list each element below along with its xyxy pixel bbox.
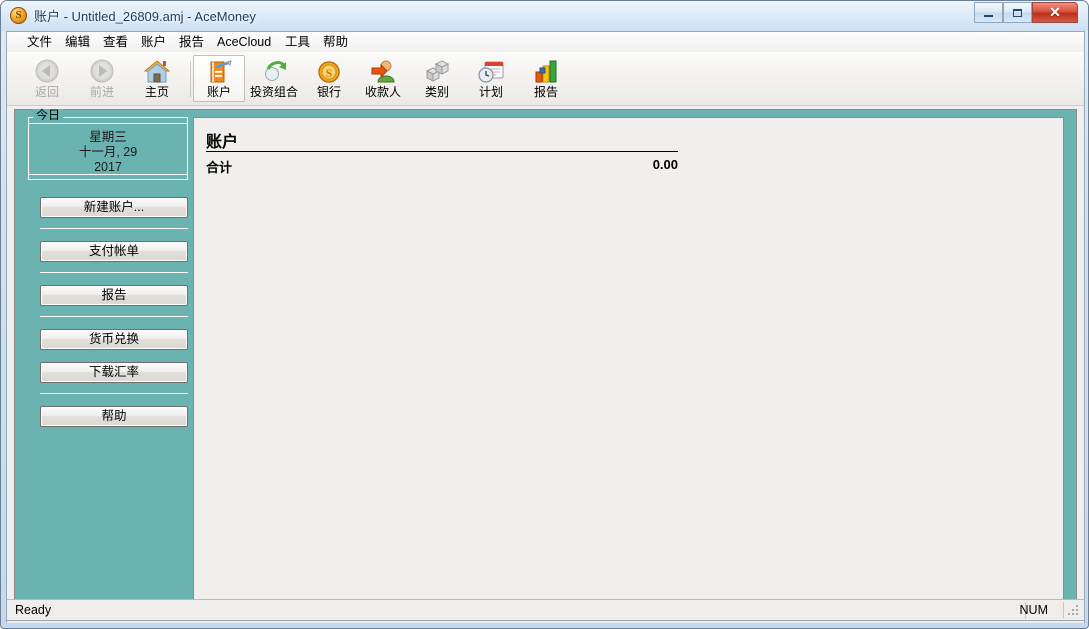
minimize-icon [975, 3, 1002, 22]
portfolio-icon [259, 58, 289, 86]
date-month-day: 十一月, 29 [78, 145, 138, 159]
title-bar[interactable]: 账户 - Untitled_26809.amj - AceMoney ✕ [1, 1, 1088, 31]
grip-dot [1072, 609, 1074, 611]
home-icon [142, 58, 172, 86]
toolbar-button-account-book[interactable]: 账户 [193, 55, 245, 102]
grip-dot [1068, 613, 1070, 615]
menu-item-7[interactable]: 帮助 [317, 34, 354, 50]
maximize-icon [1004, 3, 1031, 22]
coin-icon [10, 7, 27, 24]
toolbar-button-label: 前进 [89, 85, 114, 99]
sidebar-separator [40, 228, 188, 229]
menu-item-5[interactable]: AceCloud [211, 34, 277, 50]
account-book-icon [204, 58, 234, 86]
schedule-clock-icon [476, 58, 506, 86]
toolbar-button-category-cubes[interactable]: 类别 [411, 55, 463, 102]
payee-person-icon [368, 58, 398, 86]
page-title: 账户 [206, 134, 239, 151]
grip-dot [1076, 605, 1078, 607]
status-message: Ready [15, 603, 52, 617]
sidebar-button-2[interactable]: 报告 [40, 285, 188, 306]
close-button[interactable]: ✕ [1032, 2, 1078, 23]
grip-dot [1076, 609, 1078, 611]
sidebar-button-5[interactable]: 帮助 [40, 406, 188, 427]
toolbar-button-portfolio[interactable]: 投资组合 [245, 55, 303, 102]
menu-item-2[interactable]: 查看 [97, 34, 134, 50]
menu-item-6[interactable]: 工具 [279, 34, 316, 50]
account-content-panel: 账户 合计 0.00 [193, 117, 1064, 612]
status-divider [1063, 602, 1064, 618]
toolbar-button-label: 计划 [478, 85, 503, 99]
window-title: 账户 - Untitled_26809.amj - AceMoney [34, 9, 256, 24]
today-date-panel: 星期三 十一月, 29 2017 [28, 123, 188, 180]
toolbar-button-label: 主页 [144, 85, 169, 99]
back-arrow-icon [32, 58, 62, 86]
client-area: 文件 编辑 查看 账户 报告 AceCloud 工具 帮助 返回 前进 主页 账户 投资组合 S 银行 收款… [6, 31, 1085, 623]
toolbar-button-home[interactable]: 主页 [131, 55, 183, 102]
toolbar-button-report-chart[interactable]: 报告 [520, 55, 572, 102]
status-bar: Ready NUM [6, 599, 1085, 621]
sidebar-button-1[interactable]: 支付帐单 [40, 241, 188, 262]
total-row-label: 合计 [206, 160, 233, 175]
today-group-label: 今日 [33, 109, 64, 121]
num-lock-indicator: NUM [1019, 603, 1048, 617]
toolbar-button-label: 账户 [206, 85, 231, 99]
maximize-button[interactable] [1003, 2, 1032, 23]
menu-item-1[interactable]: 编辑 [59, 34, 96, 50]
sidebar-button-3[interactable]: 货币兑换 [40, 329, 188, 350]
menu-item-0[interactable]: 文件 [21, 34, 58, 50]
close-icon: ✕ [1049, 4, 1061, 20]
date-weekday: 星期三 [89, 130, 127, 144]
sidebar-separator [40, 272, 188, 273]
grip-dot [1072, 613, 1074, 615]
forward-arrow-icon [87, 58, 117, 86]
workspace-background: 今日 星期三 十一月, 29 2017 新建账户... 支付帐单报告货币兑换下载汇… [14, 109, 1077, 618]
toolbar-button-label: 报告 [533, 85, 558, 99]
minimize-button[interactable] [974, 2, 1003, 23]
resize-grip[interactable] [1068, 605, 1081, 618]
toolbar-button-forward-arrow[interactable]: 前进 [76, 55, 128, 102]
sidebar-separator [40, 393, 188, 394]
title-divider [206, 151, 678, 152]
toolbar: 返回 前进 主页 账户 投资组合 S 银行 收款人 类别 计划 报告 [7, 52, 1084, 106]
menu-item-4[interactable]: 报告 [173, 34, 210, 50]
toolbar-button-payee-person[interactable]: 收款人 [355, 55, 411, 102]
toolbar-button-label: 投资组合 [249, 85, 298, 99]
category-cubes-icon [422, 58, 452, 86]
total-row-value: 0.00 [652, 157, 678, 172]
sidebar-button-4[interactable]: 下载汇率 [40, 362, 188, 383]
toolbar-button-label: 银行 [316, 85, 341, 99]
bank-coin-icon: S [314, 58, 344, 86]
toolbar-button-label: 收款人 [364, 85, 401, 99]
sidebar-button-0[interactable]: 新建账户... [40, 197, 188, 218]
application-window: 账户 - Untitled_26809.amj - AceMoney ✕ 文件编… [0, 0, 1089, 629]
toolbar-separator [190, 61, 191, 97]
grip-dot [1076, 613, 1078, 615]
date-year: 2017 [94, 160, 122, 174]
menu-item-3[interactable]: 账户 [135, 34, 172, 50]
sidebar-separator [40, 316, 188, 317]
toolbar-button-label: 类别 [424, 85, 449, 99]
sidebar: 今日 星期三 十一月, 29 2017 新建账户... 支付帐单报告货币兑换下载汇… [15, 109, 193, 617]
svg-text:S: S [326, 66, 333, 80]
toolbar-button-back-arrow[interactable]: 返回 [21, 55, 73, 102]
toolbar-button-schedule-clock[interactable]: 计划 [465, 55, 517, 102]
toolbar-button-bank-coin[interactable]: S 银行 [303, 55, 355, 102]
toolbar-button-label: 返回 [34, 85, 59, 99]
menu-bar: 文件 编辑 查看 账户 报告 AceCloud 工具 帮助 [7, 32, 1084, 53]
report-chart-icon [531, 58, 561, 86]
